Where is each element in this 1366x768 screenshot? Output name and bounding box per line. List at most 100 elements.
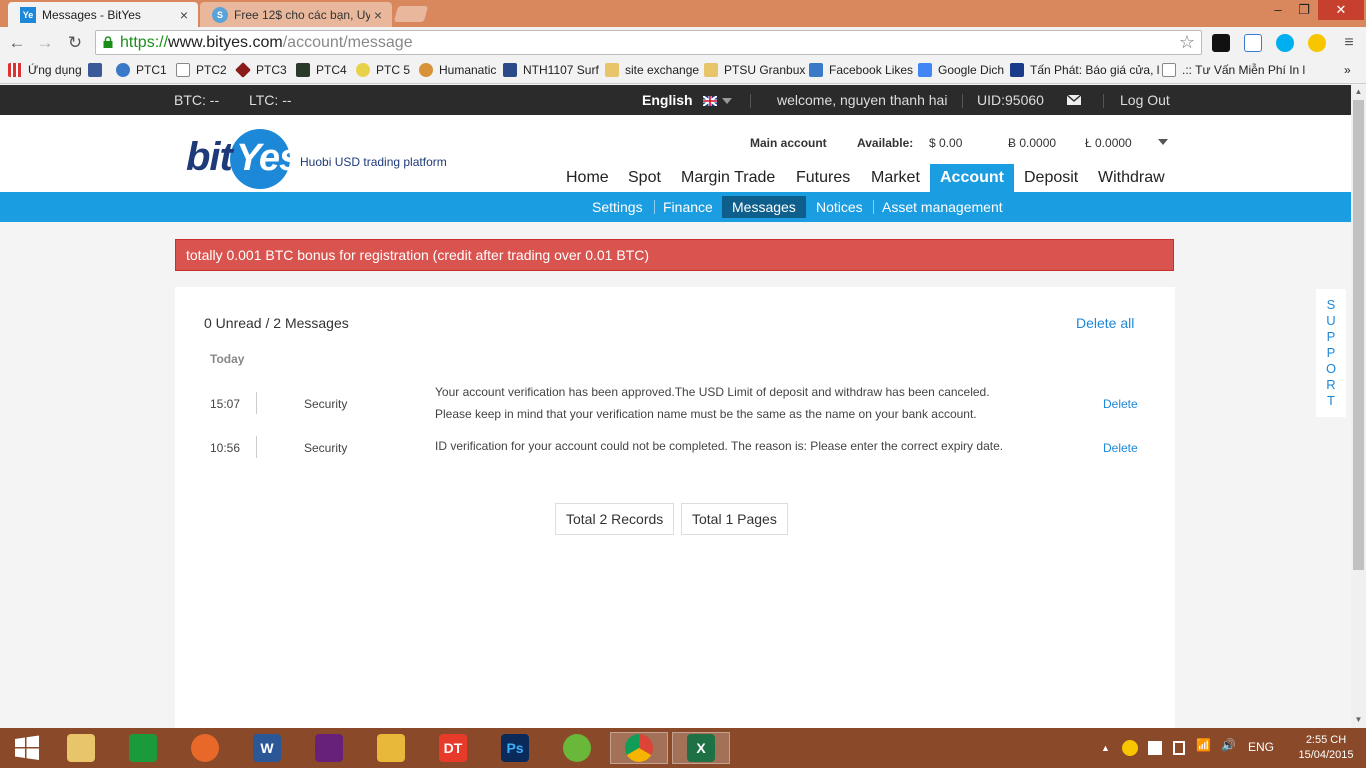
tray-app-icon[interactable]	[1122, 740, 1138, 756]
address-bar[interactable]: https://www.bityes.com/account/message ☆	[95, 30, 1202, 55]
delete-all-link[interactable]: Delete all	[1076, 315, 1134, 331]
scroll-down-icon[interactable]: ▼	[1354, 715, 1363, 724]
tab-close-icon[interactable]: ×	[374, 7, 382, 23]
action-center-icon[interactable]	[1148, 741, 1162, 755]
skype-icon[interactable]	[1276, 34, 1294, 52]
tab-close-icon[interactable]: ×	[180, 7, 188, 23]
subnav-messages[interactable]: Messages	[722, 196, 806, 218]
extension-icon[interactable]	[1244, 34, 1262, 52]
ptc1-icon	[116, 63, 130, 77]
bookmark-facebook[interactable]	[88, 63, 108, 77]
dt-logo-icon: DT	[439, 734, 467, 762]
subnav-notices[interactable]: Notices	[806, 196, 873, 218]
start-icon[interactable]	[0, 732, 54, 764]
nav-futures[interactable]: Futures	[786, 164, 860, 192]
close-window-icon[interactable]: ✕	[1318, 0, 1364, 20]
logout-link[interactable]: Log Out	[1120, 92, 1170, 108]
clock-date: 15/04/2015	[1298, 749, 1354, 761]
bookmark-facebook-likes[interactable]: Facebook Likes	[809, 63, 913, 77]
clock[interactable]: 2:55 CH 15/04/2015	[1298, 733, 1354, 763]
support-tab[interactable]: S U P P O R T	[1316, 289, 1346, 417]
bookmark-humanatic[interactable]: Humanatic	[419, 63, 496, 77]
bookmark-nth1107[interactable]: NTH1107 Surf	[503, 63, 599, 77]
url-path: /account/message	[282, 34, 413, 51]
bookmark-site-exchange[interactable]: site exchange	[605, 63, 699, 77]
coc-coc-icon[interactable]	[550, 732, 604, 764]
browser-titlebar: Ye Messages - BitYes × S Free 12$ cho cá…	[0, 0, 1366, 27]
bookmarks-overflow-icon[interactable]: »	[1344, 63, 1351, 77]
language-selector[interactable]: English	[642, 92, 693, 108]
firefox-icon[interactable]	[178, 732, 232, 764]
visual-studio-icon[interactable]	[302, 732, 356, 764]
new-tab-button[interactable]	[393, 6, 429, 22]
file-explorer-icon[interactable]	[54, 732, 108, 764]
delete-message-link[interactable]: Delete	[1103, 441, 1138, 455]
excel-icon[interactable]: X	[672, 732, 730, 764]
minimize-icon[interactable]: –	[1264, 0, 1292, 20]
nav-market[interactable]: Market	[861, 164, 930, 192]
back-icon[interactable]: ←	[6, 32, 28, 54]
bookmark-star-icon[interactable]: ☆	[1179, 32, 1195, 53]
chrome-icon[interactable]	[610, 732, 668, 764]
divider	[256, 392, 257, 414]
subnav-asset-management[interactable]: Asset management	[872, 196, 1013, 218]
reload-icon[interactable]: ↻	[64, 32, 86, 54]
tray-expand-icon[interactable]: ▲	[1101, 743, 1110, 753]
dt-icon[interactable]: DT	[426, 732, 480, 764]
bookmark-ptc4[interactable]: PTC4	[296, 63, 347, 77]
bookmark-tan-phat[interactable]: Tấn Phát: Báo giá cửa, l	[1010, 63, 1159, 77]
menu-icon[interactable]: ≡	[1338, 32, 1360, 54]
delete-message-link[interactable]: Delete	[1103, 397, 1138, 411]
battery-icon[interactable]	[1173, 741, 1185, 755]
nav-withdraw[interactable]: Withdraw	[1088, 164, 1175, 192]
subnav-settings[interactable]: Settings	[582, 196, 653, 218]
bookmark-ptc5[interactable]: PTC 5	[356, 63, 410, 77]
photoshop-icon[interactable]: Ps	[488, 732, 542, 764]
network-icon[interactable]: 📶	[1196, 738, 1211, 752]
tab-free-12[interactable]: S Free 12$ cho các bạn, Uy tín ×	[200, 2, 392, 27]
bookmark-label: Google Dich	[938, 63, 1005, 77]
total-records: Total 2 Records	[555, 503, 675, 535]
page-viewport: BTC: -- LTC: -- English welcome, nguyen …	[0, 85, 1351, 728]
bookmark-ptc2[interactable]: PTC2	[176, 63, 227, 77]
scroll-up-icon[interactable]: ▲	[1354, 87, 1363, 96]
nav-deposit[interactable]: Deposit	[1014, 164, 1088, 192]
nav-account[interactable]: Account	[930, 164, 1014, 192]
site-header: bit Yes Huobi USD trading platform Main …	[0, 115, 1351, 192]
restore-icon[interactable]: ❐	[1290, 0, 1318, 20]
nav-margin-trade[interactable]: Margin Trade	[671, 164, 785, 192]
bookmark-apps[interactable]: Ứng dụng	[8, 63, 82, 77]
facebook-icon	[88, 63, 102, 77]
message-row: 10:56 Security ID verification for your …	[175, 435, 1175, 461]
scrollbar-thumb[interactable]	[1353, 100, 1364, 570]
bookmark-tu-van[interactable]: .:: Tư Vấn Miễn Phí In l	[1162, 63, 1305, 77]
nav-spot[interactable]: Spot	[618, 164, 671, 192]
welcome-text: welcome, nguyen thanh hai	[777, 92, 948, 108]
bookmark-ptc1[interactable]: PTC1	[116, 63, 167, 77]
bityes-logo[interactable]: bit Yes	[186, 129, 300, 189]
coccoc-logo-icon	[563, 734, 591, 762]
chevron-down-icon[interactable]	[722, 98, 732, 104]
volume-icon[interactable]: 🔊	[1221, 738, 1236, 752]
subnav-finance[interactable]: Finance	[653, 196, 723, 218]
blackberry-icon[interactable]	[1212, 34, 1230, 52]
account-dropdown-icon[interactable]	[1158, 139, 1168, 145]
emoji-extension-icon[interactable]	[1308, 34, 1326, 52]
tab-messages-bityes[interactable]: Ye Messages - BitYes ×	[8, 2, 198, 27]
language-indicator[interactable]: ENG	[1248, 740, 1274, 754]
clock-time: 2:55 CH	[1305, 734, 1347, 746]
forward-icon[interactable]: →	[34, 32, 56, 54]
nav-home[interactable]: Home	[556, 164, 619, 192]
bookmark-ptsu-granbux[interactable]: PTSU Granbux	[704, 63, 805, 77]
word-icon[interactable]: W	[240, 732, 294, 764]
bookmark-ptc3[interactable]: PTC3	[235, 62, 287, 78]
mail-icon[interactable]	[1067, 95, 1081, 105]
bookmark-label: PTC 5	[376, 63, 411, 77]
vs-logo-icon	[315, 734, 343, 762]
app-icon[interactable]	[364, 732, 418, 764]
bookmark-google-dich[interactable]: Google Dich	[918, 63, 1004, 77]
page-scrollbar[interactable]: ▲ ▼	[1351, 85, 1366, 728]
store-icon[interactable]	[116, 732, 170, 764]
bookmark-label: NTH1107 Surf	[523, 63, 599, 77]
tanphat-icon	[1010, 63, 1024, 77]
